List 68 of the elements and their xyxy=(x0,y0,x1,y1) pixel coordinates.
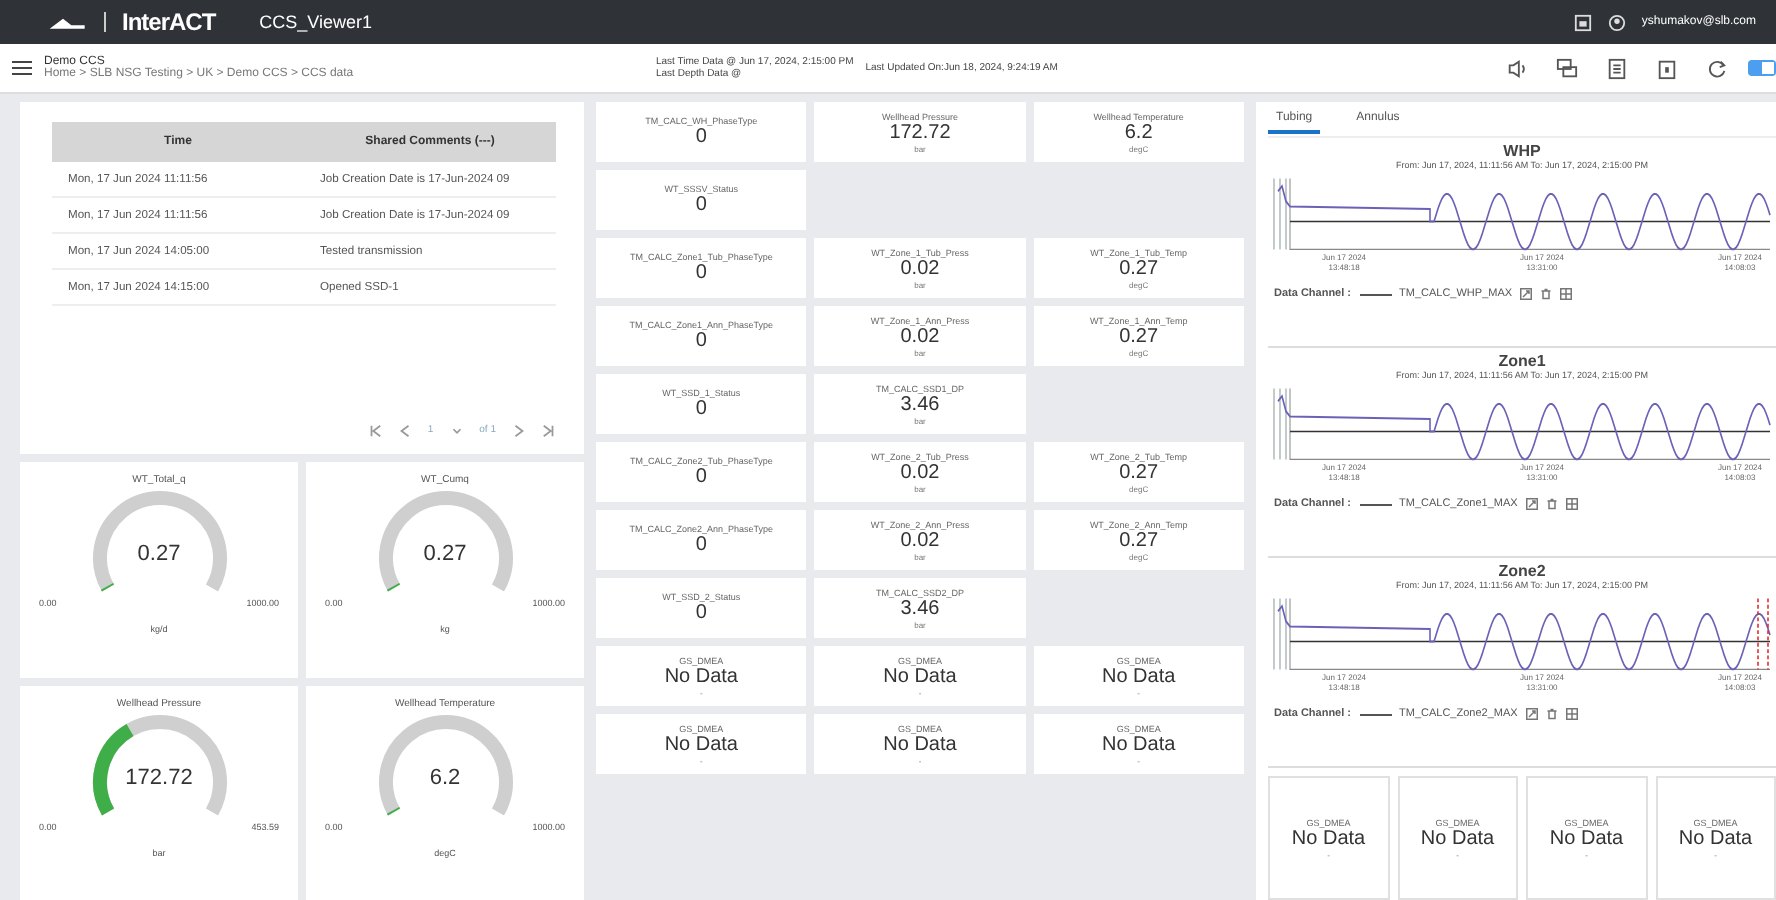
gauge-track xyxy=(92,491,226,592)
tile-value: No Data xyxy=(883,665,957,687)
tile-value: No Data xyxy=(1678,827,1753,849)
trash-icon[interactable] xyxy=(1540,288,1553,300)
tile-value: No Data xyxy=(664,665,738,687)
tile-value: 0.02 xyxy=(900,461,940,483)
tile-value: 0.27 xyxy=(1119,529,1159,551)
next-page-icon[interactable] xyxy=(512,423,526,437)
refresh-icon[interactable] xyxy=(1706,57,1728,79)
grid-icon[interactable] xyxy=(1565,498,1578,510)
user-icon[interactable] xyxy=(1607,13,1626,31)
tile-value: 6.2 xyxy=(1124,121,1153,143)
grid-icon[interactable] xyxy=(1565,708,1578,720)
tile-value: No Data xyxy=(883,733,957,755)
legend-line xyxy=(1359,713,1392,715)
brand-name: InterACT xyxy=(122,8,216,36)
tile-value: 3.46 xyxy=(900,393,940,415)
tile-value: 0 xyxy=(695,534,707,556)
gauge-value: 0.27 xyxy=(421,542,469,566)
first-page-icon[interactable] xyxy=(367,423,382,437)
legend-line xyxy=(1359,293,1392,295)
tile-value: No Data xyxy=(1420,827,1495,849)
gauge-value: 6.2 xyxy=(427,765,463,789)
chart-title: Zone1 xyxy=(1498,352,1546,370)
tile-value: No Data xyxy=(1101,665,1176,687)
trash-icon[interactable] xyxy=(1545,498,1558,510)
export-icon[interactable] xyxy=(1525,498,1538,510)
tile-value: No Data xyxy=(1101,733,1176,755)
comments-icon[interactable] xyxy=(1556,57,1578,79)
trash-icon[interactable] xyxy=(1545,708,1558,720)
tile-value: 0.27 xyxy=(1119,461,1159,483)
gauge-track xyxy=(378,491,512,592)
menu-icon[interactable] xyxy=(12,60,32,76)
tile-value: 0.02 xyxy=(900,257,940,279)
tile-value: 0 xyxy=(695,602,707,624)
gauge-value: 172.72 xyxy=(123,765,195,789)
window-icon[interactable] xyxy=(1573,13,1592,31)
tile-value: 0 xyxy=(695,262,707,284)
tile-value: 0 xyxy=(695,398,707,420)
previous-page-icon[interactable] xyxy=(397,423,412,437)
gauge-value: 0.27 xyxy=(135,542,183,566)
chart-title: Zone2 xyxy=(1498,562,1546,580)
tile-value: No Data xyxy=(1549,827,1624,849)
toggle-switch[interactable] xyxy=(1748,60,1776,76)
tile-value: 3.46 xyxy=(900,597,940,619)
calendar-icon[interactable] xyxy=(1656,57,1678,79)
app-title: CCS_Viewer1 xyxy=(259,12,373,32)
document-icon[interactable] xyxy=(1606,57,1628,79)
tile-value: 0 xyxy=(695,194,707,216)
tile-value: 0 xyxy=(695,466,707,488)
export-icon[interactable] xyxy=(1520,288,1533,300)
chart-title: WHP xyxy=(1503,142,1541,160)
tile-value: 0 xyxy=(695,330,707,352)
tile-value: 172.72 xyxy=(889,121,951,143)
export-icon[interactable] xyxy=(1525,708,1538,720)
grid-icon[interactable] xyxy=(1560,288,1573,300)
tile-value: 0.02 xyxy=(900,325,940,347)
legend-line xyxy=(1359,503,1392,505)
gauge-track xyxy=(378,714,512,815)
tile-value: 0.27 xyxy=(1119,325,1159,347)
tile-value: No Data xyxy=(664,733,738,755)
speaker-icon[interactable] xyxy=(1506,57,1528,79)
tile-value: No Data xyxy=(1291,827,1366,849)
tile-value: 0 xyxy=(695,126,707,148)
dropdown-icon[interactable] xyxy=(449,423,464,437)
last-page-icon[interactable] xyxy=(542,423,556,437)
tile-value: 0.27 xyxy=(1119,257,1159,279)
tile-value: 0.02 xyxy=(900,529,940,551)
